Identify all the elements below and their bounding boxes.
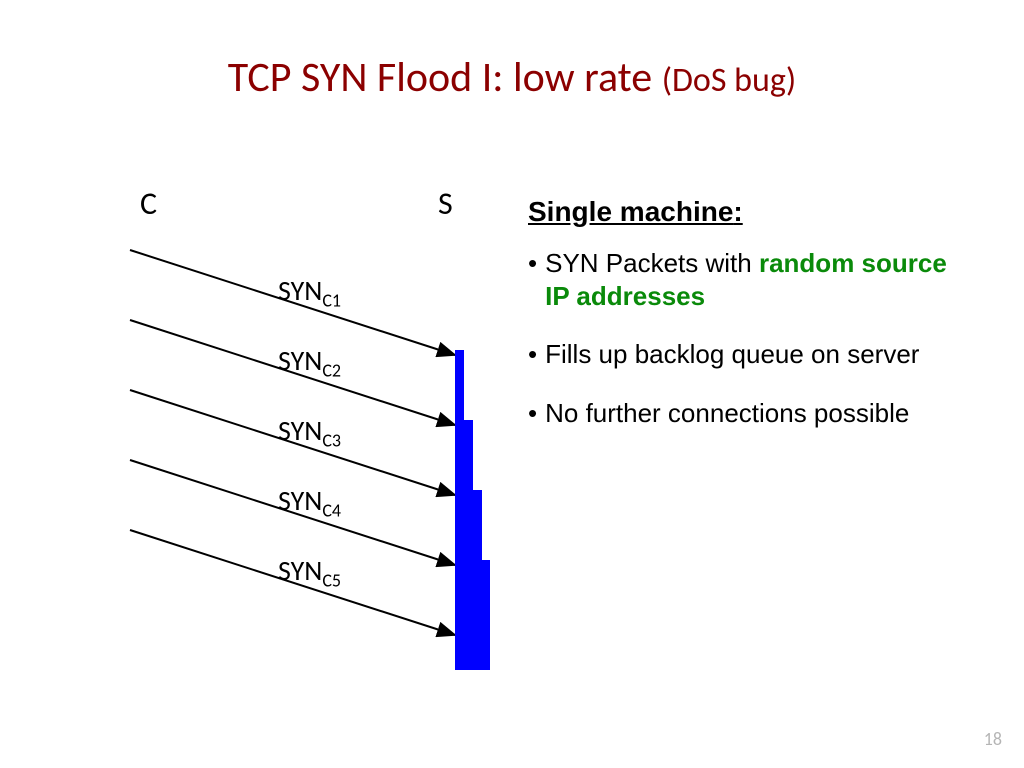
page-number: 18 [984, 728, 1002, 750]
title-sub-text: (DoS bug) [662, 60, 797, 101]
bullet-dot-icon: • [528, 338, 537, 371]
title-main: TCP SYN Flood I: low rate [228, 52, 652, 103]
bullet-1-text: SYN Packets with random source IP addres… [545, 247, 948, 312]
bullet-1-pre: SYN Packets with [545, 248, 759, 278]
syn-label-1: SYNC1 [278, 273, 341, 312]
right-heading: Single machine: [528, 194, 948, 229]
bullet-1: • SYN Packets with random source IP addr… [528, 247, 948, 312]
slide: TCP SYN Flood I: low rate (DoS bug) C S … [0, 0, 1024, 768]
syn3-sub: C3 [322, 430, 341, 452]
bullet-dot-icon: • [528, 247, 537, 312]
bullet-2-text: Fills up backlog queue on server [545, 338, 919, 371]
syn5-sub: C5 [322, 570, 341, 592]
syn2-prefix: SYN [278, 343, 322, 378]
syn3-prefix: SYN [278, 413, 322, 448]
syn-label-2: SYNC2 [278, 343, 341, 382]
syn-label-5: SYNC5 [278, 553, 341, 592]
bullet-2: • Fills up backlog queue on server [528, 338, 948, 371]
right-heading-text: Single machine [528, 196, 733, 227]
syn2-sub: C2 [322, 360, 341, 382]
slide-title: TCP SYN Flood I: low rate (DoS bug) [0, 52, 1024, 103]
client-label: C [140, 184, 157, 223]
syn-label-4: SYNC4 [278, 483, 341, 522]
server-label: S [438, 184, 453, 223]
syn4-sub: C4 [322, 500, 341, 522]
bullet-dot-icon: • [528, 397, 537, 430]
bullet-3-text: No further connections possible [545, 397, 909, 430]
syn1-prefix: SYN [278, 273, 322, 308]
right-heading-suffix: : [733, 196, 742, 227]
syn-label-3: SYNC3 [278, 413, 341, 452]
syn4-prefix: SYN [278, 483, 322, 518]
right-panel: Single machine: • SYN Packets with rando… [528, 194, 948, 455]
bullet-3: • No further connections possible [528, 397, 948, 430]
syn5-prefix: SYN [278, 553, 322, 588]
syn1-sub: C1 [322, 290, 341, 312]
